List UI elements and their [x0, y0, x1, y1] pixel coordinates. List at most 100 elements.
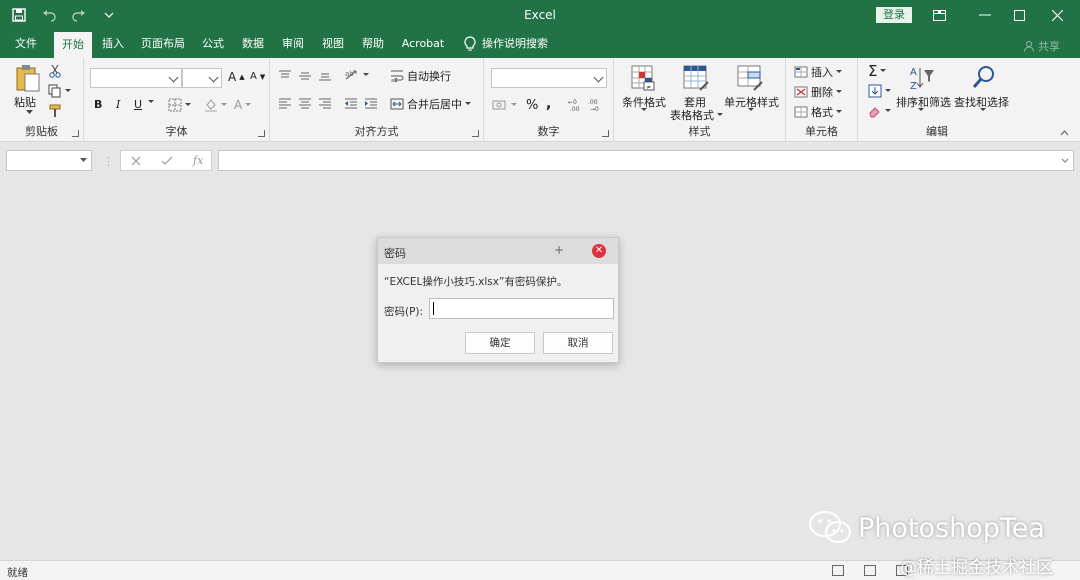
eraser-icon [869, 107, 880, 118]
alignment-launcher-icon[interactable] [472, 130, 479, 137]
tab-formulas[interactable]: 公式 [196, 30, 230, 58]
find-select-icon[interactable] [970, 64, 998, 92]
ok-button[interactable]: 确定 [465, 332, 535, 354]
font-color-icon[interactable]: A [234, 98, 252, 112]
increase-indent-icon[interactable] [364, 98, 378, 110]
formula-buttons: fx [120, 150, 212, 171]
bottom-align-icon[interactable] [318, 70, 332, 82]
group-clipboard: 粘贴 剪贴板 [0, 58, 84, 142]
decrease-indent-icon[interactable] [344, 98, 358, 110]
percent-style-button[interactable]: % [526, 98, 538, 113]
name-box[interactable] [6, 150, 92, 171]
insert-cells-button[interactable]: 插入 [794, 64, 842, 80]
group-styles: ≠ 条件格式 套用 表格格式 单元格样式 样式 [614, 58, 786, 142]
tab-insert[interactable]: 插入 [96, 30, 130, 58]
help-icon[interactable]: + [554, 243, 564, 257]
middle-align-icon[interactable] [298, 70, 312, 82]
undo-icon[interactable] [40, 6, 58, 24]
bold-button[interactable]: B [94, 98, 102, 111]
sort-filter-icon[interactable]: AZ [908, 64, 936, 92]
font-launcher-icon[interactable] [258, 130, 265, 137]
find-dropdown-icon[interactable] [980, 108, 986, 112]
tab-data[interactable]: 数据 [236, 30, 270, 58]
orientation-icon[interactable]: ab [344, 68, 369, 82]
collapse-ribbon-icon[interactable] [1060, 130, 1069, 136]
font-size-combo[interactable] [182, 68, 222, 88]
formula-input[interactable] [218, 150, 1074, 171]
format-cells-button[interactable]: 格式 [794, 104, 842, 120]
tab-file[interactable]: 文件 [6, 30, 46, 58]
merge-center-button[interactable]: 合并后居中 [390, 96, 471, 112]
tab-acrobat[interactable]: Acrobat [396, 30, 450, 58]
sort-dropdown-icon[interactable] [918, 108, 924, 112]
autosum-button[interactable]: Σ [868, 62, 887, 80]
conditional-formatting-icon[interactable]: ≠ [630, 64, 658, 92]
copy-icon[interactable] [48, 84, 71, 98]
format-as-table-button[interactable]: 表格格式 [670, 107, 723, 123]
insert-function-button[interactable]: fx [193, 154, 203, 167]
wrap-text-button[interactable]: ab 自动换行 [390, 68, 451, 84]
tab-review[interactable]: 审阅 [276, 30, 310, 58]
ribbon-display-options-icon[interactable] [916, 0, 962, 30]
conditional-dropdown-icon[interactable] [641, 108, 647, 112]
increase-decimal-icon[interactable]: ←0.00 [568, 98, 584, 112]
fill-color-icon[interactable] [204, 98, 227, 112]
cancel-button[interactable]: 取消 [543, 332, 613, 354]
top-align-icon[interactable] [278, 70, 292, 82]
tab-home[interactable]: 开始 [54, 32, 92, 58]
tab-page-layout[interactable]: 页面布局 [136, 30, 190, 58]
fill-button[interactable] [868, 84, 891, 98]
tab-help[interactable]: 帮助 [356, 30, 390, 58]
expand-formula-bar-icon[interactable] [1061, 158, 1069, 163]
cell-styles-icon[interactable] [736, 64, 764, 92]
password-field[interactable] [429, 298, 614, 319]
grow-font-button[interactable]: A ▲ [228, 70, 245, 84]
align-center-icon[interactable] [298, 98, 312, 110]
underline-dropdown-icon[interactable] [148, 100, 154, 104]
paste-button[interactable]: 粘贴 [14, 94, 36, 110]
dialog-title-bar[interactable]: 密码 + ✕ [378, 238, 618, 264]
svg-text:→0: →0 [590, 106, 599, 112]
login-button[interactable]: 登录 [876, 7, 912, 23]
paste-dropdown-icon[interactable] [26, 110, 33, 115]
number-launcher-icon[interactable] [602, 130, 609, 137]
wechat-icon [809, 511, 851, 543]
redo-icon[interactable] [70, 6, 88, 24]
share-button[interactable]: 共享 [1023, 38, 1060, 54]
underline-button[interactable]: U [134, 98, 142, 111]
paste-label: 粘贴 [14, 96, 36, 109]
paste-icon[interactable] [14, 64, 42, 92]
group-label-clipboard: 剪贴板 [25, 125, 58, 138]
shrink-font-button[interactable]: A ▼ [250, 71, 265, 82]
tell-me-search[interactable]: 操作说明搜索 [464, 30, 564, 58]
svg-text:.00: .00 [570, 106, 580, 112]
tab-view[interactable]: 视图 [316, 30, 350, 58]
italic-button[interactable]: I [116, 98, 120, 111]
close-icon[interactable]: ✕ [592, 244, 606, 258]
page-layout-view-icon[interactable] [864, 565, 876, 576]
confirm-entry-icon[interactable] [161, 156, 173, 166]
quick-access-toolbar [10, 6, 118, 24]
align-right-icon[interactable] [318, 98, 332, 110]
borders-icon[interactable] [168, 98, 191, 112]
font-name-combo[interactable] [90, 68, 182, 88]
delete-cells-button[interactable]: 删除 [794, 84, 842, 100]
format-as-table-icon[interactable] [682, 64, 710, 92]
customize-qat-icon[interactable] [100, 6, 118, 24]
format-painter-icon[interactable] [48, 104, 62, 118]
clear-button[interactable] [868, 104, 891, 118]
cell-styles-dropdown-icon[interactable] [748, 108, 754, 112]
normal-view-icon[interactable] [832, 565, 844, 576]
number-format-combo[interactable] [491, 68, 607, 88]
close-window-icon[interactable] [1034, 0, 1080, 30]
save-icon[interactable] [10, 6, 28, 24]
decrease-decimal-icon[interactable]: .00 →0 [588, 98, 604, 112]
comma-style-button[interactable]: , [546, 96, 551, 112]
cancel-entry-icon[interactable] [131, 156, 141, 166]
svg-text:Z: Z [910, 81, 917, 92]
align-left-icon[interactable] [278, 98, 292, 110]
accounting-format-icon[interactable] [492, 98, 517, 112]
clipboard-launcher-icon[interactable] [72, 130, 79, 137]
formula-bar-grip-icon[interactable]: ⋮ [103, 155, 114, 168]
cut-icon[interactable] [48, 64, 62, 78]
